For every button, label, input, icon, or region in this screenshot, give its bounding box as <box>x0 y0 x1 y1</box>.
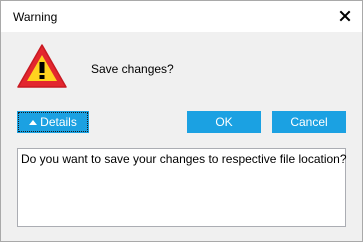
ok-button[interactable]: OK <box>187 111 261 133</box>
cancel-button-label: Cancel <box>290 115 328 129</box>
title-bar: Warning <box>1 1 362 32</box>
chevron-up-icon <box>29 120 38 125</box>
ok-button-label: OK <box>215 115 233 129</box>
dialog-message: Save changes? <box>91 62 174 76</box>
details-button-label: Details <box>40 115 77 129</box>
cancel-button[interactable]: Cancel <box>272 111 346 133</box>
warning-dialog: Warning Save changes? Details OK Cancel … <box>0 0 363 242</box>
details-button[interactable]: Details <box>17 111 89 133</box>
window-title: Warning <box>13 10 58 24</box>
details-text-area[interactable]: Do you want to save your changes to resp… <box>17 148 347 227</box>
details-text: Do you want to save your changes to resp… <box>21 152 347 166</box>
close-icon[interactable] <box>338 9 352 23</box>
warning-icon <box>17 44 67 88</box>
